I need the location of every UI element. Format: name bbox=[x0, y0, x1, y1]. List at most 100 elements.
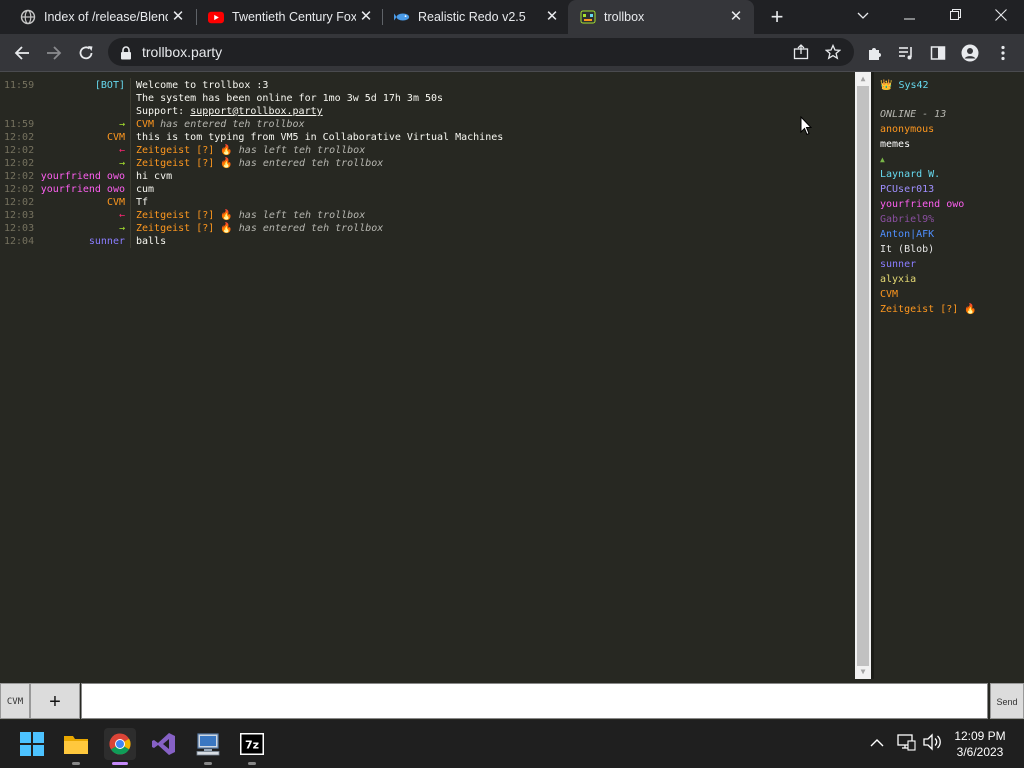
windows-taskbar: 7z 12:09 PM 3/6/2023 bbox=[0, 720, 1024, 768]
globe-icon bbox=[20, 9, 36, 25]
event-user[interactable]: Zeitgeist [?] 🔥 bbox=[136, 223, 233, 234]
tab-title: trollbox bbox=[604, 10, 645, 24]
message-time: 12:02 bbox=[4, 132, 35, 143]
message-nick[interactable]: CVM bbox=[40, 131, 125, 144]
message-time: 12:02 bbox=[4, 171, 35, 182]
user-list-item[interactable]: Laynard W. bbox=[880, 167, 940, 182]
event-user[interactable]: Zeitgeist [?] 🔥 bbox=[136, 210, 233, 221]
trollbox-icon bbox=[580, 9, 596, 25]
7zip-icon[interactable]: 7z bbox=[236, 728, 268, 765]
tab-strip: Index of /release/Blend ✕ Twentieth Cent… bbox=[0, 0, 1024, 34]
chat-scrollbar[interactable]: ▲ ▼ bbox=[855, 72, 871, 679]
message-time: 11:59 bbox=[4, 80, 35, 91]
youtube-icon bbox=[208, 9, 224, 25]
chrome-menu-icon[interactable] bbox=[990, 40, 1016, 66]
back-button[interactable] bbox=[9, 40, 35, 66]
user-list-item[interactable]: anonymous bbox=[880, 122, 934, 137]
nickname-button[interactable]: CVM bbox=[0, 683, 30, 719]
reload-button[interactable] bbox=[73, 40, 99, 66]
restore-button[interactable] bbox=[932, 0, 978, 30]
message-nick[interactable]: yourfriend owo bbox=[40, 183, 125, 196]
message-text: hi cvm bbox=[136, 171, 173, 182]
message-nick[interactable]: sunner bbox=[40, 235, 125, 248]
media-controls-icon[interactable] bbox=[893, 40, 919, 66]
address-bar[interactable]: trollbox.party bbox=[108, 38, 854, 66]
tab-search-icon[interactable] bbox=[840, 0, 886, 30]
message-text: this is tom typing from VM5 in Collabora… bbox=[136, 132, 504, 143]
url-text[interactable]: trollbox.party bbox=[142, 44, 222, 60]
user-list-item[interactable]: alyxia bbox=[880, 272, 916, 287]
tab-twentieth-century-fox[interactable]: Twentieth Century Fox ✕ bbox=[188, 0, 384, 34]
remote-desktop-icon[interactable] bbox=[192, 728, 224, 765]
user-list-item[interactable]: Gabriel9% bbox=[880, 212, 934, 227]
minimize-button[interactable] bbox=[886, 0, 932, 30]
close-tab-icon[interactable]: ✕ bbox=[728, 9, 744, 25]
share-icon[interactable] bbox=[792, 43, 810, 61]
bookmark-star-icon[interactable] bbox=[824, 43, 842, 61]
message-time: 12:02 bbox=[4, 145, 35, 156]
message-time: 12:02 bbox=[4, 197, 35, 208]
event-user[interactable]: Zeitgeist [?] 🔥 bbox=[136, 158, 233, 169]
close-window-button[interactable] bbox=[978, 0, 1024, 30]
user-list-item[interactable]: ▲ bbox=[880, 152, 885, 167]
running-indicator bbox=[248, 762, 256, 765]
file-explorer-icon[interactable] bbox=[60, 728, 92, 765]
message-time: 12:02 bbox=[4, 184, 35, 195]
running-indicator bbox=[204, 762, 212, 765]
chat-log[interactable]: 11:59 [BOT] Welcome to trollbox :3 The s… bbox=[0, 72, 854, 679]
event-action: has entered teh trollbox bbox=[238, 223, 384, 234]
new-tab-button[interactable]: + bbox=[766, 6, 788, 28]
user-sys42[interactable]: 👑 Sys42 bbox=[880, 78, 929, 93]
tab-trollbox[interactable]: trollbox ✕ bbox=[568, 0, 754, 34]
message-nick[interactable]: [BOT] bbox=[40, 79, 125, 92]
windows-start-icon[interactable] bbox=[16, 728, 48, 760]
event-text: Zeitgeist [?] 🔥 has left teh trollbox bbox=[136, 209, 365, 222]
clock-date: 3/6/2023 bbox=[956, 745, 1004, 759]
user-list-item[interactable]: CVM bbox=[880, 287, 898, 302]
scroll-down-icon[interactable]: ▼ bbox=[858, 667, 868, 677]
send-button[interactable]: Send bbox=[990, 683, 1024, 719]
event-action: has left teh trollbox bbox=[238, 210, 366, 221]
scroll-thumb[interactable] bbox=[857, 86, 869, 666]
show-hidden-icons-chevron-icon[interactable] bbox=[870, 732, 884, 753]
profile-icon[interactable] bbox=[957, 40, 983, 66]
system-clock[interactable]: 12:09 PM 3/6/2023 bbox=[948, 728, 1012, 760]
tab-title: Realistic Redo v2.5 bbox=[418, 10, 526, 24]
network-icon[interactable] bbox=[896, 732, 916, 757]
user-list-item[interactable]: Zeitgeist [?] 🔥 bbox=[880, 302, 977, 317]
message-nick[interactable]: CVM bbox=[40, 196, 125, 209]
tab-title: Index of /release/Blend bbox=[44, 10, 168, 24]
message-input[interactable] bbox=[81, 683, 988, 719]
message-text: Welcome to trollbox :3 bbox=[136, 80, 269, 91]
message-nick[interactable]: yourfriend owo bbox=[40, 170, 125, 183]
side-panel-icon[interactable] bbox=[925, 40, 951, 66]
extensions-icon[interactable] bbox=[861, 40, 887, 66]
active-indicator bbox=[112, 762, 128, 765]
event-user[interactable]: Zeitgeist [?] 🔥 bbox=[136, 145, 233, 156]
chrome-icon[interactable] bbox=[104, 728, 136, 765]
volume-icon[interactable] bbox=[922, 732, 942, 757]
running-indicator bbox=[72, 762, 80, 765]
user-list-item[interactable]: Anton|AFK bbox=[880, 227, 934, 242]
user-list-item[interactable]: It (Blob) bbox=[880, 242, 934, 257]
close-tab-icon[interactable]: ✕ bbox=[544, 9, 560, 25]
message-text: balls bbox=[136, 236, 167, 247]
scroll-up-icon[interactable]: ▲ bbox=[858, 74, 868, 84]
user-list-item[interactable]: sunner bbox=[880, 257, 916, 272]
upload-plus-button[interactable]: + bbox=[30, 683, 80, 719]
tab-blender-index[interactable]: Index of /release/Blend ✕ bbox=[0, 0, 196, 34]
event-user[interactable]: CVM bbox=[136, 119, 154, 130]
tab-realistic-redo[interactable]: Realistic Redo v2.5 ✕ bbox=[374, 0, 570, 34]
visual-studio-icon[interactable] bbox=[148, 728, 180, 760]
user-list-item[interactable]: PCUser013 bbox=[880, 182, 934, 197]
lock-icon[interactable] bbox=[120, 45, 132, 60]
message-text: cum bbox=[136, 184, 155, 195]
support-email-link[interactable]: support@trollbox.party bbox=[190, 106, 322, 117]
message-text: Tf bbox=[136, 197, 149, 208]
arrow-right-icon: → bbox=[118, 223, 125, 234]
close-tab-icon[interactable]: ✕ bbox=[170, 9, 186, 25]
user-list-item[interactable]: yourfriend owo bbox=[880, 197, 964, 212]
forward-button[interactable] bbox=[41, 40, 67, 66]
user-list-item[interactable]: memes bbox=[880, 137, 910, 152]
close-tab-icon[interactable]: ✕ bbox=[358, 9, 374, 25]
